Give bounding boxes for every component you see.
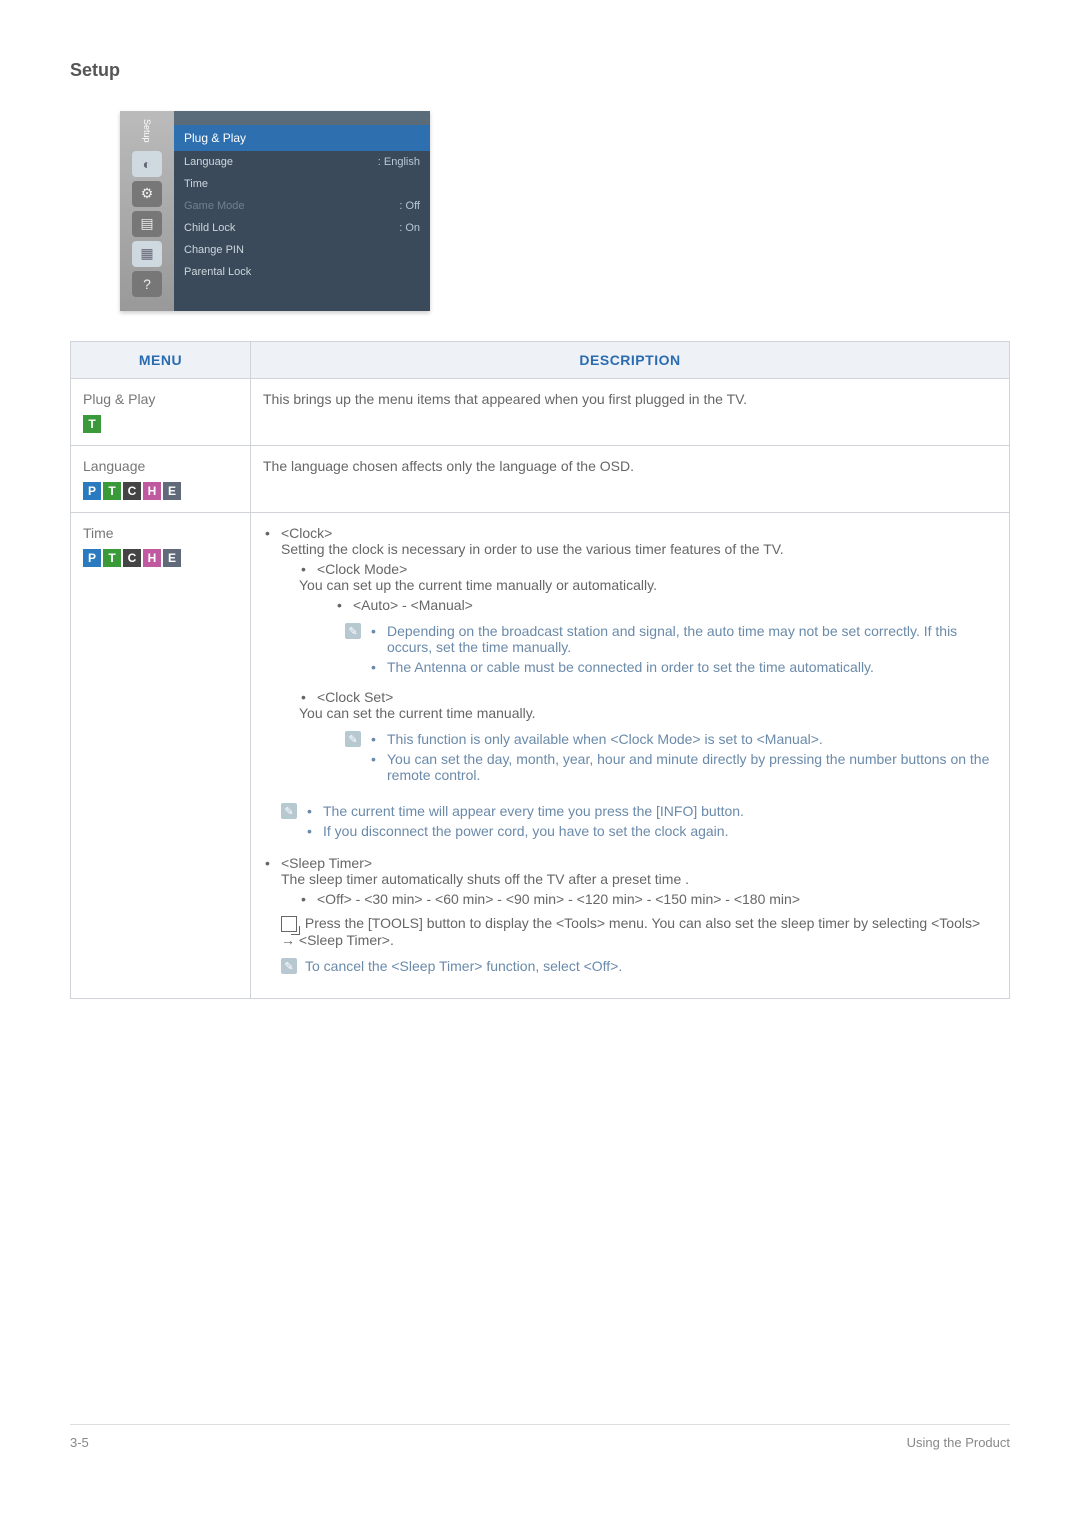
badges: P T C H E bbox=[83, 482, 238, 500]
menu-row: Language: English bbox=[174, 151, 430, 173]
menu-row: Parental Lock bbox=[174, 261, 430, 283]
nav-icon-input: ▤ bbox=[132, 211, 162, 237]
row-desc: This brings up the menu items that appea… bbox=[251, 379, 1010, 446]
footer-left: 3-5 bbox=[70, 1435, 89, 1450]
note-text: Depending on the broadcast station and s… bbox=[369, 623, 997, 655]
section-title: Setup bbox=[70, 60, 1010, 81]
nav-icon-top: ◐ bbox=[132, 151, 162, 177]
clockmode-title: <Clock Mode> bbox=[317, 561, 407, 577]
note-icon: ✎ bbox=[281, 958, 297, 974]
menu-row: Change PIN bbox=[174, 239, 430, 261]
badge-p: P bbox=[83, 482, 101, 500]
sleep-title: <Sleep Timer> bbox=[281, 855, 372, 871]
badge-t: T bbox=[103, 482, 121, 500]
clockset-title: <Clock Set> bbox=[317, 689, 393, 705]
menu-heading: Plug & Play bbox=[174, 125, 430, 151]
badge-e: E bbox=[163, 549, 181, 567]
menu-row: Time bbox=[174, 173, 430, 195]
clockmode-text: You can set up the current time manually… bbox=[299, 577, 997, 593]
row-title: Language bbox=[83, 458, 238, 474]
note-icon: ✎ bbox=[281, 803, 297, 819]
row-title: Plug & Play bbox=[83, 391, 238, 407]
note-text: You can set the day, month, year, hour a… bbox=[369, 751, 997, 783]
note-text: The Antenna or cable must be connected i… bbox=[369, 659, 997, 675]
footer-right: Using the Product bbox=[907, 1435, 1010, 1450]
clock-intro: Setting the clock is necessary in order … bbox=[281, 541, 784, 557]
badge-p: P bbox=[83, 549, 101, 567]
badge-h: H bbox=[143, 549, 161, 567]
note-icon: ✎ bbox=[345, 623, 361, 639]
clock-title: <Clock> bbox=[281, 525, 332, 541]
sidebar-label: Setup bbox=[142, 119, 152, 143]
nav-icon-gear: ⚙ bbox=[132, 181, 162, 207]
col-desc-header: DESCRIPTION bbox=[251, 342, 1010, 379]
clockset-text: You can set the current time manually. bbox=[299, 705, 997, 721]
badge-t: T bbox=[103, 549, 121, 567]
menu-row: Child Lock: On bbox=[174, 217, 430, 239]
sleep-options: <Off> - <30 min> - <60 min> - <90 min> -… bbox=[299, 891, 997, 907]
clockmode-options: <Auto> - <Manual> bbox=[335, 597, 997, 613]
note-text: The current time will appear every time … bbox=[305, 803, 997, 819]
badges: P T C H E bbox=[83, 549, 238, 567]
note-icon: ✎ bbox=[345, 731, 361, 747]
badge-c: C bbox=[123, 549, 141, 567]
sleep-cancel: To cancel the <Sleep Timer> function, se… bbox=[305, 958, 622, 974]
badge-h: H bbox=[143, 482, 161, 500]
nav-icon-help: ? bbox=[132, 271, 162, 297]
spec-table: MENU DESCRIPTION Plug & Play T This brin… bbox=[70, 341, 1010, 999]
row-title: Time bbox=[83, 525, 238, 541]
badges: T bbox=[83, 415, 238, 433]
menu-row: Game Mode: Off bbox=[174, 195, 430, 217]
setup-menu-screenshot: Setup ◐ ⚙ ▤ ▦ ? Plug & Play Language: En… bbox=[120, 111, 430, 311]
sleep-tools: Press the [TOOLS] button to display the … bbox=[281, 915, 980, 948]
sleep-intro: The sleep timer automatically shuts off … bbox=[281, 871, 689, 887]
col-menu-header: MENU bbox=[71, 342, 251, 379]
note-text: If you disconnect the power cord, you ha… bbox=[305, 823, 997, 839]
badge-c: C bbox=[123, 482, 141, 500]
nav-icon-app: ▦ bbox=[132, 241, 162, 267]
badge-e: E bbox=[163, 482, 181, 500]
badge-t: T bbox=[83, 415, 101, 433]
page-footer: 3-5 Using the Product bbox=[70, 1424, 1010, 1450]
row-desc: The language chosen affects only the lan… bbox=[251, 446, 1010, 513]
note-text: This function is only available when <Cl… bbox=[369, 731, 997, 747]
tools-icon bbox=[281, 916, 297, 932]
